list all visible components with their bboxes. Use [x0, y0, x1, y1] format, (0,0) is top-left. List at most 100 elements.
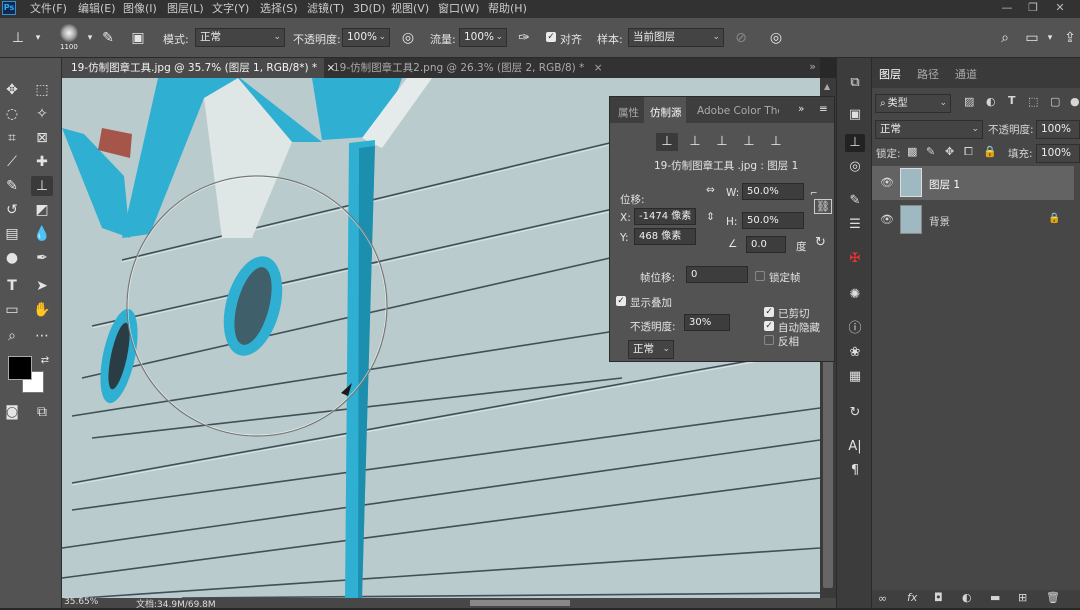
new-group-icon[interactable]: ▬ — [990, 591, 1000, 604]
menu-type[interactable]: 文字(Y) — [212, 1, 249, 17]
crop-tool-icon[interactable]: ⌗ — [1, 128, 23, 148]
lock-all-icon[interactable]: 🔒 — [983, 145, 997, 158]
layer-opacity-input[interactable]: 100% — [1036, 120, 1080, 139]
filter-smart-icon[interactable]: ▢ — [1050, 95, 1060, 108]
sample-select[interactable]: 当前图层 ⌄ — [628, 28, 724, 47]
zoom-level[interactable]: 35.65% — [64, 597, 98, 607]
actions-panel-icon[interactable]: ▣ — [845, 106, 865, 124]
horizontal-scroll-thumb[interactable] — [470, 600, 570, 606]
paragraph-panel-icon[interactable]: ¶ — [845, 462, 865, 480]
lock-position-icon[interactable]: ✥ — [945, 145, 954, 158]
menu-3d[interactable]: 3D(D) — [353, 1, 386, 17]
tab-paths[interactable]: 路径 — [917, 66, 939, 82]
filter-shape-icon[interactable]: ⬚ — [1028, 95, 1038, 108]
clone-stamp-tool-button-icon[interactable]: ⊥ — [31, 176, 53, 196]
history-panel-icon[interactable]: ⧉ — [845, 74, 865, 92]
height-scale-input[interactable]: 50.0% — [742, 212, 804, 229]
navigator-panel-icon[interactable]: ◎ — [845, 158, 865, 176]
layer-filter-select[interactable]: ⌕ 类型 ⌄ — [875, 94, 951, 113]
swap-colors-icon[interactable]: ⇄ — [34, 351, 56, 371]
maximize-button[interactable]: ❐ — [1021, 0, 1045, 16]
tab-close-icon[interactable]: × — [594, 62, 603, 74]
panel-menu-icon[interactable]: ≡ — [819, 103, 828, 115]
width-scale-input[interactable]: 50.0% — [742, 183, 804, 200]
layer-blend-mode-select[interactable]: 正常 ⌄ — [875, 120, 983, 139]
flow-input[interactable]: 100% ⌄ — [459, 28, 507, 47]
info-panel-icon[interactable]: ⓘ — [845, 320, 865, 338]
fill-input[interactable]: 100% — [1036, 144, 1080, 163]
eraser-tool-icon[interactable]: ◩ — [31, 200, 53, 220]
pen-tool-icon[interactable]: ✒ — [31, 248, 53, 268]
close-window-button[interactable]: ✕ — [1048, 0, 1072, 16]
opacity-input[interactable]: 100% ⌄ — [342, 28, 390, 47]
flip-vertical-icon[interactable]: ⇕ — [706, 211, 715, 223]
type-tool-icon[interactable]: T — [1, 276, 23, 296]
mode-select[interactable]: 正常 ⌄ — [195, 28, 285, 47]
new-layer-icon[interactable]: ⊞ — [1018, 591, 1027, 604]
swatches-panel-icon[interactable]: ▦ — [845, 368, 865, 386]
pressure-opacity-icon[interactable]: ◎ — [398, 28, 418, 48]
aligned-checkbox[interactable]: ✓ — [546, 32, 556, 42]
fx-icon[interactable]: fx — [907, 591, 917, 604]
color-panel-icon[interactable]: ❀ — [845, 344, 865, 362]
visibility-eye-icon[interactable]: 👁 — [880, 213, 894, 226]
clone-source-4-icon[interactable]: ⊥ — [738, 133, 760, 151]
quick-select-tool-icon[interactable]: ✧ — [31, 104, 53, 124]
document-tab-2[interactable]: 19-仿制图章工具2.png @ 26.3% (图层 2, RGB/8) * × — [324, 58, 603, 78]
lasso-tool-icon[interactable]: ◌ — [1, 104, 23, 124]
brush-tool-icon[interactable]: ✎ — [1, 176, 23, 196]
layer-row-2[interactable]: 👁 背景 🔒 — [872, 203, 1074, 237]
overlay-blend-select[interactable]: 正常 ⌄ — [628, 340, 674, 359]
frame-tool-icon[interactable]: ⊠ — [31, 128, 53, 148]
tab-properties[interactable]: 属性 — [618, 105, 639, 120]
menu-view[interactable]: 视图(V) — [391, 1, 429, 17]
clone-source-1-icon[interactable]: ⊥ — [656, 133, 678, 151]
screen-mode-icon[interactable]: ⧉ — [31, 402, 53, 422]
clone-source-panel-icon[interactable]: ▣ — [128, 28, 148, 48]
new-adjustment-icon[interactable]: ◐ — [962, 591, 972, 604]
clone-source-3-icon[interactable]: ⊥ — [711, 133, 733, 151]
plugin-panel-icon[interactable]: ✠ — [845, 250, 865, 268]
tool-preset-dropdown-icon[interactable]: ▾ — [28, 28, 48, 48]
lock-transparent-icon[interactable]: ▩ — [907, 145, 917, 158]
scroll-up-icon[interactable]: ▲ — [824, 82, 830, 91]
glyph-panel-icon[interactable]: ✺ — [845, 286, 865, 304]
ignore-adjustment-layers-icon[interactable]: ⊘ — [731, 28, 751, 48]
show-overlay-checkbox[interactable]: ✓ — [616, 296, 626, 306]
move-tool-icon[interactable]: ✥ — [1, 80, 23, 100]
more-tools-icon[interactable]: ⋯ — [31, 326, 53, 346]
clone-stamp-tool-icon[interactable]: ⊥ — [8, 28, 28, 48]
filter-adjustment-icon[interactable]: ◐ — [986, 95, 996, 108]
brush-picker-chevron-icon[interactable]: ▾ — [80, 28, 100, 48]
link-layers-icon[interactable]: ∞ — [878, 592, 887, 605]
lock-pixels-icon[interactable]: ✎ — [926, 145, 935, 158]
character-panel-icon[interactable]: A| — [845, 438, 865, 456]
zoom-tool-icon[interactable]: ⌕ — [1, 326, 23, 346]
history-brush-tool-icon[interactable]: ↺ — [1, 200, 23, 220]
workspace-icon[interactable]: ▭ — [1022, 28, 1042, 48]
menu-file[interactable]: 文件(F) — [30, 1, 67, 17]
rectangle-tool-icon[interactable]: ▭ — [1, 300, 23, 320]
brush-settings-icon[interactable]: ✎ — [98, 28, 118, 48]
path-select-tool-icon[interactable]: ➤ — [31, 276, 53, 296]
add-mask-icon[interactable]: ◘ — [934, 591, 943, 604]
hand-tool-icon[interactable]: ✋ — [31, 300, 53, 320]
filter-toggle-icon[interactable]: ● — [1070, 95, 1080, 108]
clipped-checkbox[interactable]: ✓ — [764, 307, 774, 317]
layer-row-1[interactable]: 👁 图层 1 — [872, 166, 1074, 200]
clone-source-5-icon[interactable]: ⊥ — [765, 133, 787, 151]
dodge-tool-icon[interactable]: ● — [1, 248, 23, 268]
menu-image[interactable]: 图像(I) — [123, 1, 157, 17]
pressure-size-icon[interactable]: ◎ — [766, 28, 786, 48]
invert-checkbox[interactable] — [764, 335, 774, 345]
adjustments-panel-icon[interactable]: ☰ — [845, 216, 865, 234]
search-icon[interactable]: ⌕ — [995, 28, 1015, 48]
eyedropper-tool-icon[interactable]: ⟋ — [1, 152, 23, 172]
reset-transform-icon[interactable]: ↻ — [815, 235, 826, 250]
brush-panel-icon[interactable]: ✎ — [845, 192, 865, 210]
minimize-button[interactable]: — — [995, 0, 1019, 16]
lock-frame-checkbox[interactable] — [755, 271, 765, 281]
healing-brush-tool-icon[interactable]: ✚ — [31, 152, 53, 172]
foreground-color-swatch-top[interactable] — [8, 356, 32, 380]
clone-source-panel-icon[interactable]: ⊥ — [845, 134, 865, 152]
